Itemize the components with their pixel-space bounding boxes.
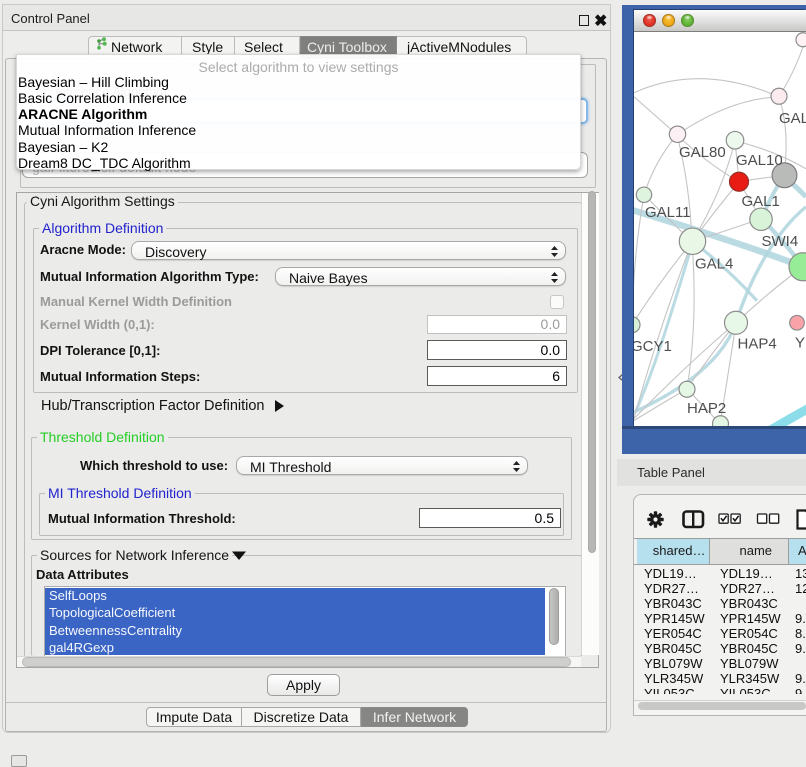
svg-text:GAL: GAL bbox=[779, 109, 806, 126]
svg-text:GAL4: GAL4 bbox=[695, 255, 733, 272]
svg-text:GAL80: GAL80 bbox=[679, 143, 726, 160]
svg-text:GAL1: GAL1 bbox=[742, 192, 780, 209]
svg-text:GAL10: GAL10 bbox=[736, 151, 783, 168]
svg-text:HAP4: HAP4 bbox=[738, 335, 777, 352]
svg-text:GCY1: GCY1 bbox=[634, 337, 672, 354]
svg-text:HAP2: HAP2 bbox=[687, 399, 726, 416]
svg-text:GAL11: GAL11 bbox=[645, 203, 691, 220]
svg-text:Y: Y bbox=[795, 334, 805, 351]
svg-text:SWI4: SWI4 bbox=[762, 232, 799, 249]
